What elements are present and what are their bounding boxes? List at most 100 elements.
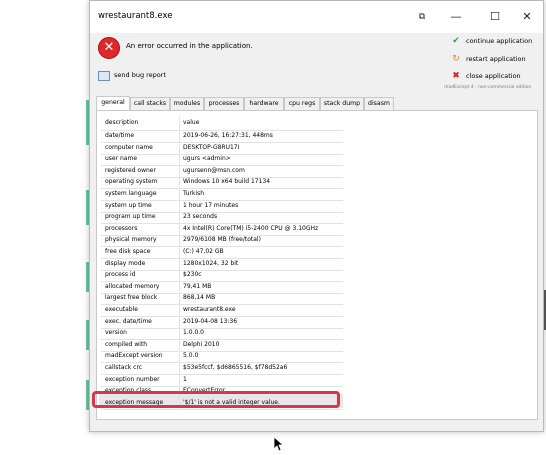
table-row[interactable]: computer name DESKTOP-G8RU17I [101,142,343,155]
maximize-button[interactable]: ☐ [484,6,506,28]
row-value: 5.0.0 [183,352,199,360]
row-key: processors [105,224,138,232]
row-value: 1.0.0.0 [183,329,204,337]
row-key: callstack crc [105,364,143,371]
row-value: Windows 10 x64 build 17134 [183,178,271,186]
table-row[interactable]: registered owner ugursenn@msn.com [101,165,343,178]
table-row[interactable]: madExcept version 5.0.0 [101,351,343,364]
row-value: $230c [183,271,202,279]
column-divider [179,177,180,189]
mouse-cursor-icon [273,436,283,452]
row-key: version [105,329,127,337]
row-key: process id [105,271,136,279]
row-key: madExcept version [105,352,163,360]
title-bar[interactable]: wrestaurant8.exe ⧉ — ☐ ✕ [90,1,543,33]
tab-modules[interactable]: modules [170,97,204,110]
row-key: allocated memory [105,282,160,290]
table-row[interactable]: operating system Windows 10 x64 build 171… [101,177,343,190]
row-key: free disk space [105,248,151,255]
error-icon: ✕ [98,37,120,59]
row-value: (C:) 47,02 GB [183,248,224,255]
table-row[interactable]: date/time 2019-06-26, 16:27:31, 448ms [101,131,343,143]
column-divider [179,281,180,293]
restart-application-label: restart application [466,55,526,63]
close-icon: ✖ [452,71,460,81]
tab-stack-dump[interactable]: stack dump [320,97,364,110]
row-value: 1280x1024, 32 bit [183,259,239,267]
table-row[interactable]: system up time 1 hour 17 minutes [101,200,343,213]
column-divider [179,154,180,166]
column-divider [179,131,180,142]
column-divider [179,247,180,258]
tab-disasm[interactable]: disasm [364,97,394,110]
close-application-button[interactable]: ✖ close application [446,69,538,84]
table-row[interactable]: allocated memory 79,41 MB [101,281,343,294]
table-row[interactable]: version 1.0.0.0 [101,328,343,341]
error-message: An error occurred in the application. [126,42,253,50]
restore-icon[interactable]: ⧉ [411,6,433,28]
row-value: 4x Intel(R) Core(TM) i5-2400 CPU @ 3.10G… [183,224,319,232]
table-row[interactable]: process id $230c [101,270,343,283]
table-row[interactable]: system language Turkish [101,189,343,201]
row-key: system language [105,190,157,197]
table-row[interactable]: display mode 1280x1024, 32 bit [101,258,343,271]
table-row[interactable]: callstack crc $53e5fccf, $d6865516, $f78d… [101,363,343,375]
row-key: operating system [105,178,158,186]
row-key: date/time [105,132,135,139]
column-divider [179,116,180,130]
table-row[interactable]: physical memory 2979/6108 MB (free/total) [101,235,343,248]
row-value: ugurs <admin> [183,155,231,163]
restart-application-button[interactable]: ↻ restart application [446,52,538,67]
tab-general[interactable]: general [96,96,130,110]
close-window-button[interactable]: ✕ [516,6,538,28]
table-row[interactable]: program up time 23 seconds [101,212,343,225]
table-row[interactable]: largest free block 868,14 MB [101,293,343,306]
table-row[interactable]: processors 4x Intel(R) Core(TM) i5-2400 C… [101,223,343,236]
tab-call-stacks[interactable]: call stacks [130,97,170,110]
column-divider [179,142,180,154]
row-value: ugursenn@msn.com [183,166,245,174]
row-key: system up time [105,201,152,209]
row-key: registered owner [105,166,156,174]
column-divider [179,189,180,200]
row-value: $53e5fccf, $d6865516, $f78d52a6 [183,364,288,371]
row-key: user name [105,155,138,163]
row-key: physical memory [105,236,157,244]
row-value: 1 hour 17 minutes [183,201,239,209]
row-key: display mode [105,259,146,267]
row-key: program up time [105,213,156,221]
column-divider [179,351,180,363]
column-divider [179,316,180,328]
row-value: wrestaurant8.exe [183,306,236,313]
minimize-button[interactable]: — [445,6,467,28]
tab-processes[interactable]: processes [204,97,244,110]
header-description: description [105,119,139,126]
send-bug-report-button[interactable]: send bug report [96,68,176,83]
column-divider [179,339,180,351]
close-application-label: close application [466,72,521,80]
table-row[interactable]: free disk space (C:) 47,02 GB [101,247,343,259]
column-divider [179,363,180,374]
madexcept-edition-note: madExcept 4 - non-commercial edition [444,85,532,90]
row-value: 23 seconds [183,213,218,221]
send-bug-report-label: send bug report [114,71,166,79]
mail-icon [98,71,110,81]
row-key: executable [105,306,138,313]
table-row[interactable]: exec. date/time 2019-04-08 13:36 [101,316,343,329]
row-value: 79,41 MB [183,282,212,290]
column-divider [179,165,180,177]
column-divider [179,270,180,282]
table-row[interactable]: exception number 1 [101,374,343,387]
row-value: Turkish [183,190,205,197]
column-divider [179,293,180,305]
column-divider [179,328,180,340]
continue-application-button[interactable]: ✔ continue application [446,34,538,49]
exception-message-highlight [92,391,340,408]
row-value: 2019-06-26, 16:27:31, 448ms [183,132,273,139]
tab-hardware[interactable]: hardware [244,97,284,110]
tab-cpu-regs[interactable]: cpu regs [284,97,320,110]
table-row[interactable]: executable wrestaurant8.exe [101,305,343,317]
table-row[interactable]: compiled with Delphi 2010 [101,339,343,352]
column-divider [179,374,180,386]
table-row[interactable]: user name ugurs <admin> [101,154,343,167]
